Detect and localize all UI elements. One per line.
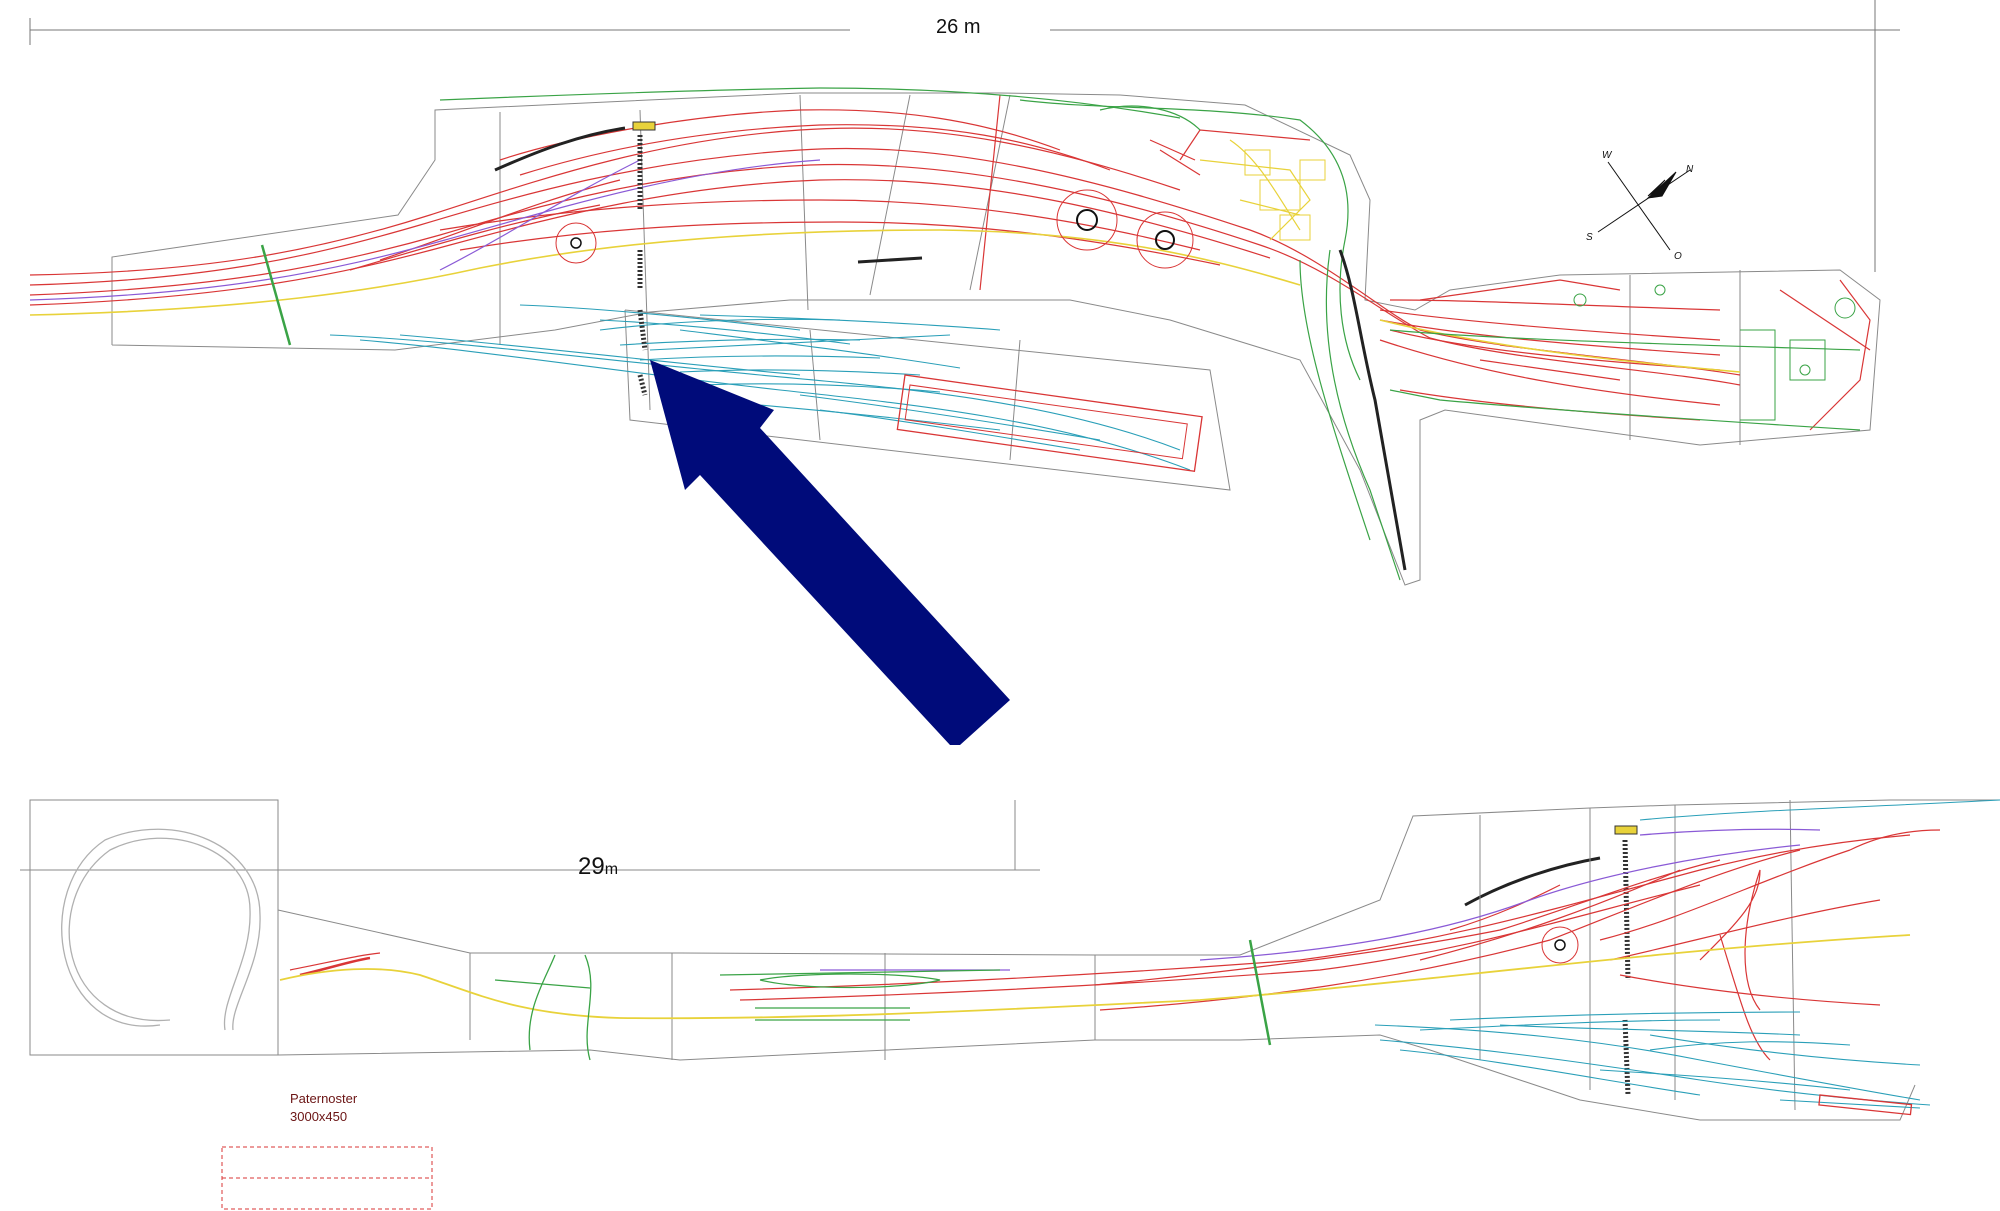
top-accent-tracks — [29, 87, 1861, 581]
top-main-tracks — [29, 94, 1871, 431]
signal-marker — [1614, 825, 1638, 835]
top-town-blocks — [1244, 149, 1326, 241]
paternoster-size: 3000x450 — [290, 1109, 348, 1124]
turntable-icon — [555, 189, 1579, 964]
track-plan-canvas — [20, 0, 2000, 1210]
top-length-label: 26 m — [936, 16, 981, 38]
bottom-top-right-line — [1639, 799, 2000, 821]
direction-arrow-icon — [650, 360, 1010, 745]
compass-west-label: W — [1602, 150, 1612, 161]
paternoster-title: Paternoster — [290, 1091, 358, 1106]
top-yard-building-inner — [904, 384, 1188, 460]
bottom-length-label: 29m — [578, 853, 619, 880]
helix-loop — [61, 828, 261, 1031]
bottom-layout-outline — [20, 799, 2000, 1121]
signal-marker — [632, 121, 656, 131]
top-right-station — [1573, 284, 1856, 421]
bottom-main-tracks — [289, 829, 1941, 1061]
bridges-and-platforms — [494, 126, 1601, 907]
top-layout-outline — [111, 92, 1881, 586]
compass-north-label: N — [1686, 164, 1694, 175]
compass-rose-icon — [1597, 161, 1691, 251]
compass-east-label: O — [1674, 251, 1682, 262]
compass-south-label: S — [1586, 232, 1593, 243]
bottom-yard-tracks — [1374, 1011, 1931, 1109]
